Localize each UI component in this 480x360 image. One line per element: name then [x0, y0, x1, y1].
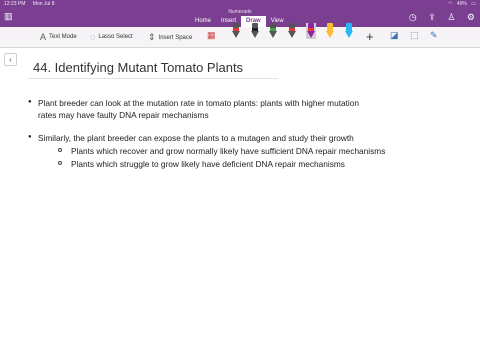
add-pen-icon[interactable]: + — [366, 29, 374, 44]
sub-bullet-2: Plants which struggle to grow likely hav… — [71, 159, 345, 169]
sub-bullet-icon — [58, 148, 62, 152]
ink-replay-icon[interactable]: ✎ — [430, 30, 438, 41]
text-mode-button[interactable]: A Text Mode — [40, 32, 77, 42]
ink-to-shape-icon[interactable]: ⬚ — [410, 30, 419, 41]
tab-home[interactable]: Home — [190, 16, 216, 27]
pen-3-icon[interactable] — [268, 23, 278, 39]
shapes-icon[interactable]: ◪ — [390, 30, 399, 41]
bullet-1-line-2: rates may have faulty DNA repair mechani… — [38, 110, 209, 120]
lasso-select-button[interactable]: ◌ Lasso Select — [90, 32, 133, 42]
title-divider — [28, 78, 278, 79]
add-user-icon[interactable]: ♙ — [447, 12, 455, 22]
bullet-icon: ● — [28, 134, 32, 140]
bullet-2-line-1: Similarly, the plant breeder can expose … — [38, 133, 354, 143]
insert-space-label: Insert Space — [158, 34, 193, 41]
status-bar-left: 12:23 PM Mon Jul 8 — [4, 1, 60, 7]
pen-5-icon[interactable] — [306, 23, 316, 39]
page-title: 44. Identifying Mutant Tomato Plants — [33, 60, 244, 75]
header-left-icons: ▥ — [4, 11, 21, 22]
bullet-1-line-1: Plant breeder can look at the mutation r… — [38, 98, 359, 108]
sub-bullet-1: Plants which recover and grow normally l… — [71, 146, 386, 156]
pen-1-icon[interactable] — [231, 23, 241, 39]
status-time: 12:23 PM — [4, 1, 26, 7]
lasso-select-label: Lasso Select — [98, 34, 133, 40]
back-icon[interactable]: ‹ — [4, 53, 17, 66]
text-mode-icon: A — [40, 32, 47, 42]
notification-icon[interactable]: ◷ — [409, 12, 417, 22]
pen-case-icon[interactable]: ▦ — [207, 30, 216, 41]
highlighter-2-icon[interactable] — [344, 23, 354, 39]
highlighter-1-icon[interactable] — [325, 23, 335, 39]
pen-4-icon[interactable] — [287, 23, 297, 39]
share-icon[interactable]: ⇪ — [428, 12, 436, 22]
header-right-icons: ◷ ⇪ ♙ ⚙ — [400, 12, 475, 23]
bullet-icon: ● — [28, 99, 32, 105]
insert-space-button[interactable]: ⇕ Insert Space — [148, 32, 192, 43]
battery-percent: 49% — [456, 1, 467, 7]
sub-bullet-icon — [58, 161, 62, 165]
status-date: Mon Jul 8 — [32, 1, 55, 7]
battery-icon: ▭ — [471, 1, 476, 7]
lasso-icon: ◌ — [90, 32, 96, 42]
wifi-icon: ◠ — [448, 1, 453, 7]
insert-space-icon: ⇕ — [148, 32, 156, 42]
sidebar-icon[interactable]: ▥ — [4, 11, 13, 21]
settings-icon[interactable]: ⚙ — [467, 12, 475, 22]
status-bar-right: ◠ 49% ▭ — [445, 1, 476, 7]
pen-2-icon[interactable] — [250, 23, 260, 39]
text-mode-label: Text Mode — [49, 34, 77, 40]
